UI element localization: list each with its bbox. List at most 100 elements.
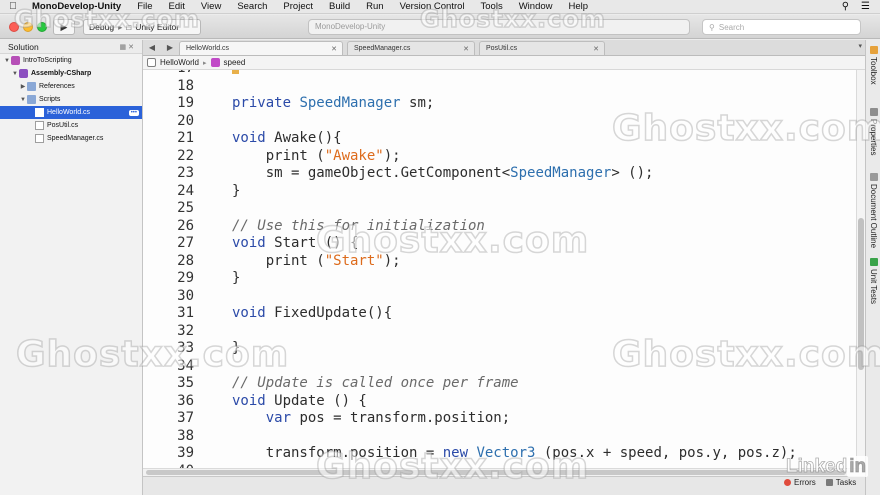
line-number: 17 bbox=[143, 70, 194, 78]
code-line[interactable]: 34 bbox=[143, 358, 856, 376]
close-tab-icon[interactable]: ✕ bbox=[331, 45, 337, 53]
code-line[interactable]: 28 print ("Start"); bbox=[143, 253, 856, 271]
code-line[interactable]: 21 void Awake(){ bbox=[143, 130, 856, 148]
code-line[interactable]: 25 bbox=[143, 200, 856, 218]
code-line[interactable]: 27 void Start () { bbox=[143, 235, 856, 253]
close-window-button[interactable] bbox=[9, 22, 19, 32]
tasks-pad-button[interactable]: Tasks bbox=[825, 478, 856, 487]
scroll-thumb[interactable] bbox=[146, 470, 846, 475]
notification-list-icon[interactable]: ☰ bbox=[861, 1, 870, 12]
expand-arrow-icon[interactable]: ▶ bbox=[19, 83, 27, 90]
tab-next-icon[interactable]: ▶ bbox=[167, 43, 173, 52]
code-line[interactable]: 29} bbox=[143, 270, 856, 288]
errors-pad-button[interactable]: Errors bbox=[784, 478, 816, 487]
spotlight-search-icon[interactable]: ⚲ bbox=[842, 1, 849, 12]
code-line[interactable]: 23 sm = gameObject.GetComponent<SpeedMan… bbox=[143, 165, 856, 183]
code-line[interactable]: 31 void FixedUpdate(){ bbox=[143, 305, 856, 323]
menu-file[interactable]: File bbox=[129, 1, 160, 12]
status-area: MonoDevelop-Unity bbox=[308, 19, 690, 35]
search-input[interactable]: ⚲ Search bbox=[702, 19, 861, 35]
code-line[interactable]: 24} bbox=[143, 183, 856, 201]
tab-helloworld[interactable]: HelloWorld.cs ✕ bbox=[179, 41, 343, 55]
menu-edit[interactable]: Edit bbox=[161, 1, 193, 12]
tab-prev-icon[interactable]: ◀ bbox=[149, 43, 155, 52]
minimize-window-button[interactable] bbox=[23, 22, 33, 32]
configuration-selector[interactable]: Debug ▸ □ Unity Editor bbox=[83, 19, 201, 35]
code-editor[interactable]: 171819 private SpeedManager sm; 2021 void A… bbox=[143, 70, 856, 468]
pad-controls-icon[interactable]: ▦✕ bbox=[120, 43, 142, 51]
code-line[interactable]: 37 var pos = transform.position; bbox=[143, 410, 856, 428]
menu-version-control[interactable]: Version Control bbox=[392, 1, 473, 12]
app-menu[interactable]: MonoDevelop-Unity bbox=[26, 1, 129, 12]
dock-document-outline[interactable]: Document Outline bbox=[867, 173, 880, 248]
menu-help[interactable]: Help bbox=[561, 1, 597, 12]
code-text: // Use this for initialization bbox=[232, 218, 485, 236]
code-line[interactable]: 38 bbox=[143, 428, 856, 446]
tree-item[interactable]: SpeedManager.cs bbox=[0, 132, 142, 145]
tree-item[interactable]: ▼ IntroToScripting bbox=[0, 54, 142, 67]
close-tab-icon[interactable]: ✕ bbox=[463, 45, 469, 53]
code-line[interactable]: 22 print ("Awake"); bbox=[143, 148, 856, 166]
line-number: 27 bbox=[177, 235, 194, 251]
code-line[interactable]: 35 // Update is called once per frame bbox=[143, 375, 856, 393]
status-bar bbox=[143, 476, 865, 495]
close-tab-icon[interactable]: ✕ bbox=[593, 45, 599, 53]
code-line[interactable]: 39 transform.position = new Vector3 (pos… bbox=[143, 445, 856, 463]
tab-posutil[interactable]: PosUtil.cs ✕ bbox=[479, 41, 605, 55]
tab-speedmanager[interactable]: SpeedManager.cs ✕ bbox=[347, 41, 475, 55]
vertical-scrollbar[interactable] bbox=[856, 70, 865, 468]
path-member[interactable]: speed bbox=[224, 58, 246, 67]
search-icon: ⚲ bbox=[709, 22, 715, 32]
code-token: SpeedManager bbox=[299, 95, 401, 111]
tab-list-menu-icon[interactable]: ▾ bbox=[858, 42, 862, 50]
menu-build[interactable]: Build bbox=[321, 1, 358, 12]
code-line[interactable]: 17 bbox=[143, 70, 856, 78]
path-class[interactable]: HelloWorld bbox=[160, 58, 199, 67]
collapse-arrow-icon[interactable]: ▼ bbox=[19, 97, 27, 103]
code-line[interactable]: 36 void Update () { bbox=[143, 393, 856, 411]
code-line[interactable]: 19 private SpeedManager sm; bbox=[143, 95, 856, 113]
dock-toolbox[interactable]: Toolbox bbox=[867, 46, 880, 85]
menu-tools[interactable]: Tools bbox=[473, 1, 511, 12]
main-toolbar: ▶ Debug ▸ □ Unity Editor MonoDevelop-Uni… bbox=[0, 15, 880, 39]
item-options-icon[interactable]: ••• bbox=[128, 109, 139, 116]
tree-item[interactable]: HelloWorld.cs ••• bbox=[0, 106, 142, 119]
run-button[interactable]: ▶ bbox=[53, 19, 75, 35]
menu-run[interactable]: Run bbox=[358, 1, 391, 12]
tree-item[interactable]: ▼ Assembly-CSharp bbox=[0, 67, 142, 80]
code-line[interactable]: 32 bbox=[143, 323, 856, 341]
zoom-window-button[interactable] bbox=[37, 22, 47, 32]
menu-search[interactable]: Search bbox=[229, 1, 275, 12]
file-icon bbox=[35, 134, 44, 143]
code-token: void bbox=[232, 305, 266, 321]
code-token: SpeedManager bbox=[510, 165, 612, 181]
solution-pad-title: Solution bbox=[8, 41, 39, 52]
tree-item[interactable]: ▼ Scripts bbox=[0, 93, 142, 106]
apple-menu-icon[interactable]:  bbox=[0, 1, 26, 12]
code-line[interactable]: 20 bbox=[143, 113, 856, 131]
menu-project[interactable]: Project bbox=[275, 1, 321, 12]
line-number: 19 bbox=[177, 95, 194, 111]
chevron-right-icon: ▸ bbox=[118, 21, 123, 32]
tree-item[interactable]: ▶ References bbox=[0, 80, 142, 93]
menu-view[interactable]: View bbox=[193, 1, 229, 12]
menu-window[interactable]: Window bbox=[511, 1, 561, 12]
chevron-right-icon: ▸ bbox=[202, 59, 207, 67]
code-line[interactable]: 30 bbox=[143, 288, 856, 306]
code-line[interactable]: 26 // Use this for initialization bbox=[143, 218, 856, 236]
tree-item[interactable]: PosUtil.cs bbox=[0, 119, 142, 132]
collapse-arrow-icon[interactable]: ▼ bbox=[11, 71, 19, 77]
line-number: 35 bbox=[177, 375, 194, 391]
dock-unit-tests[interactable]: Unit Tests bbox=[867, 258, 880, 304]
scroll-thumb[interactable] bbox=[858, 218, 864, 370]
horizontal-scrollbar[interactable] bbox=[143, 468, 865, 476]
code-line[interactable]: 18 bbox=[143, 78, 856, 96]
code-token: void bbox=[232, 235, 266, 251]
dock-properties[interactable]: Properties bbox=[867, 108, 880, 155]
collapse-arrow-icon[interactable]: ▼ bbox=[3, 58, 11, 64]
code-line[interactable]: 33} bbox=[143, 340, 856, 358]
line-number: 21 bbox=[177, 130, 194, 146]
code-token: void bbox=[232, 130, 266, 146]
path-bar: HelloWorld ▸ speed bbox=[143, 56, 865, 70]
menu-bar:  MonoDevelop-Unity File Edit View Searc… bbox=[0, 0, 880, 14]
